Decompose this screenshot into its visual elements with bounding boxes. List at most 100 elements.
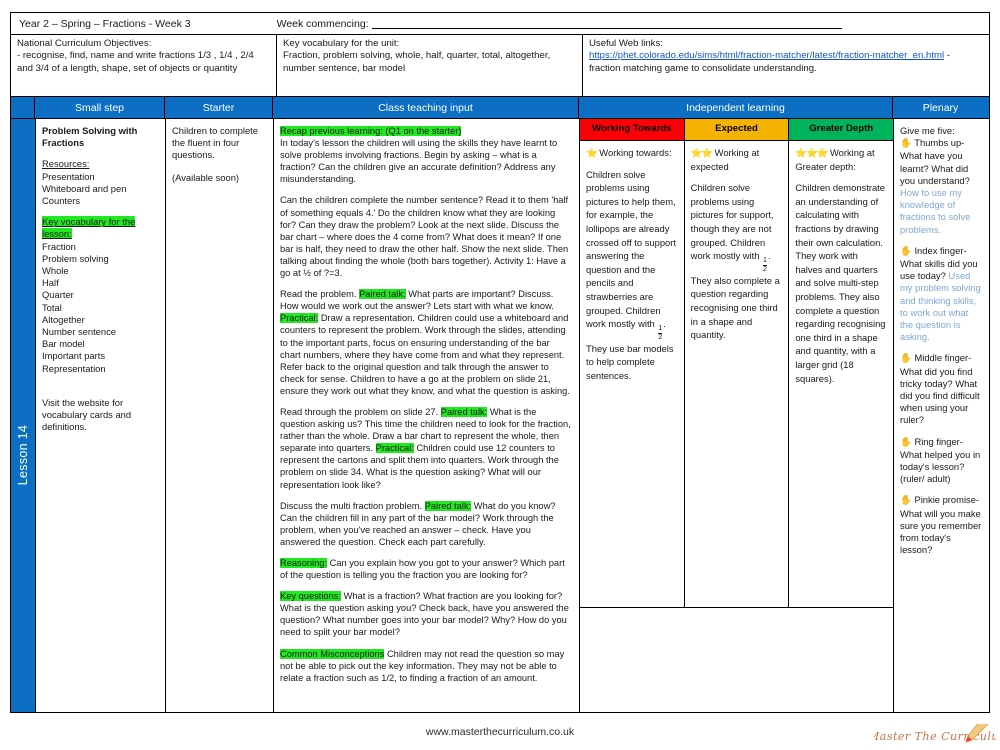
star-icon: ⭐⭐⭐ [795, 147, 828, 158]
misconceptions-paragraph: Common Misconceptions Children may not r… [280, 648, 573, 684]
working-towards-body: Children solve problems using pictures t… [586, 168, 678, 383]
lesson-vocab-item: Bar model [42, 338, 85, 350]
lesson-vocab-item: Altogether [42, 313, 85, 325]
star-icon: ⭐⭐ [690, 147, 713, 158]
working-towards-sub: ⭐ Working towards: [586, 146, 678, 160]
p5-pre: Discuss the multi fraction problem. [280, 500, 423, 511]
slide27-paragraph: Read through the problem on slide 27. Pa… [280, 406, 573, 491]
column-header-bar: Small step Starter Class teaching input … [10, 96, 990, 118]
recap-paragraph: Recap previous learning: (Q1 on the star… [280, 125, 573, 185]
master-the-curriculum-logo: Master The Curriculum [874, 724, 996, 750]
lesson-vocab-item: Total [42, 301, 62, 313]
fraction-one-half: 12 [763, 257, 767, 274]
working-towards-sub-label: Working towards: [599, 147, 672, 158]
lesson-plan-page: Year 2 – Spring – Fractions - Week 3 Wee… [0, 0, 1000, 750]
key-questions-paragraph: Key questions: What is a fraction? What … [280, 590, 573, 638]
lesson-number-label: Lesson 14 [16, 424, 30, 486]
class-teaching-input-column: Recap previous learning: (Q1 on the star… [274, 119, 580, 712]
plenary-item: ✋ Middle finger- What did you find trick… [900, 352, 983, 426]
lesson-vocab-item: Whole [42, 265, 69, 277]
resources-label: Resources: [42, 158, 90, 170]
p3-pre: Read the problem. [280, 289, 357, 300]
small-step-column: Problem Solving with Fractions Resources… [36, 119, 166, 712]
recap-label: Recap previous learning: (Q1 on the star… [280, 126, 462, 136]
hand-icon: ✋ [900, 245, 912, 257]
header-class-teaching-input: Class teaching input [273, 97, 579, 118]
hand-icon: ✋ [900, 353, 912, 365]
ex-body-a: Children solve problems using pictures f… [690, 182, 774, 262]
title-row: Year 2 – Spring – Fractions - Week 3 Wee… [10, 12, 990, 34]
plenary-column: Give me five: ✋ Thumbs up- What have you… [894, 119, 989, 712]
misconceptions-label: Common Misconceptions [280, 648, 385, 659]
lesson-vocab-item: Quarter [42, 289, 74, 301]
recap-text: In today's lesson the children will usin… [280, 138, 558, 185]
differentiation-bodies: ⭐ Working towards: Children solve proble… [580, 141, 893, 608]
p4-pre: Read through the problem on slide 27. [280, 406, 439, 417]
header-greater-depth: Greater Depth [789, 119, 893, 140]
plenary-intro: Give me five: [900, 125, 955, 136]
nc-body: - recognise, find, name and write fracti… [17, 50, 254, 74]
greater-depth-body: Children demonstrate an understanding of… [795, 182, 886, 384]
header-plenary: Plenary [922, 101, 959, 114]
web-title: Useful Web links: [589, 38, 663, 49]
hand-icon: ✋ [900, 436, 912, 448]
lesson-vocab-item: Half [42, 277, 59, 289]
header-small-step: Small step [35, 97, 165, 118]
star-icon: ⭐ [586, 147, 598, 158]
lesson-vocab-item: Problem solving [42, 252, 109, 264]
vocab-body: Fraction, problem solving, whole, half, … [283, 50, 551, 74]
resource-item: Presentation [42, 170, 95, 182]
reasoning-label: Reasoning: [280, 558, 328, 568]
plenary-item: ✋ Pinkie promise- What will you make sur… [900, 494, 983, 556]
plenary-question: Pinkie promise- What will you make sure … [900, 494, 982, 556]
practical-label: Practical: [280, 313, 319, 324]
greater-depth-cell: ⭐⭐⭐ Working at Greater depth: Children d… [789, 141, 893, 607]
resource-item: Counters [42, 195, 81, 207]
info-row: National Curriculum Objectives: - recogn… [10, 34, 990, 96]
problem-paragraph: Read the problem. Paired talk: What part… [280, 288, 573, 397]
header-expected: Expected [684, 119, 790, 140]
practical-label: Practical: [375, 443, 414, 454]
vocab-title: Key vocabulary for the unit: [283, 38, 400, 49]
small-step-footnote: Visit the website for vocabulary cards a… [42, 396, 132, 433]
spine-header [11, 97, 35, 118]
hand-icon: ✋ [900, 138, 912, 150]
plenary-answer: How to use my knowledge of fractions to … [900, 187, 971, 235]
starter-column: Children to complete the fluent in four … [166, 119, 274, 712]
paired-talk-label: Paired talk: [440, 406, 488, 417]
expected-sub: ⭐⭐ Working at expected [691, 146, 783, 173]
lesson-vocab-label: Key vocabulary for the lesson: [42, 216, 136, 240]
plenary-question: Ring finger- What helped you in today's … [900, 435, 981, 485]
lesson-number-spine: Lesson 14 [11, 119, 36, 712]
reasoning-paragraph: Reasoning: Can you explain how you got t… [280, 557, 573, 581]
plenary-item: ✋ Ring finger- What helped you in today'… [900, 436, 983, 486]
small-step-heading: Problem Solving with Fractions [42, 125, 138, 149]
header-independent-learning: Independent learning [579, 97, 893, 118]
expected-body: Children solve problems using pictures f… [691, 181, 783, 342]
key-questions-label: Key questions: [280, 591, 341, 602]
paired-talk-label: Paired talk: [359, 289, 406, 300]
key-vocabulary-cell: Key vocabulary for the unit: Fraction, p… [277, 35, 583, 96]
pencil-icon [965, 724, 989, 743]
lesson-vocab-item: Number sentence [42, 326, 116, 338]
wt-body-a: Children solve problems using pictures t… [586, 168, 676, 330]
header-working-towards: Working Towards [580, 119, 685, 140]
week-commencing-label: Week commencing: [277, 18, 842, 30]
hand-icon: ✋ [900, 495, 912, 507]
week-commencing-blank[interactable] [371, 19, 842, 29]
p3-post: Draw a representation. Children could us… [280, 313, 570, 396]
number-sentence-paragraph: Can the children complete the number sen… [280, 195, 569, 279]
plenary-item: ✋ Thumbs up- What have you learnt? What … [900, 137, 983, 236]
phet-fraction-matcher-link[interactable]: https://phet.colorado.edu/sims/html/frac… [589, 50, 944, 61]
web-links-cell: Useful Web links: https://phet.colorado.… [583, 35, 989, 96]
starter-text: Children to complete the fluent in four … [172, 125, 258, 161]
header-starter: Starter [165, 97, 273, 118]
page-title: Year 2 – Spring – Fractions - Week 3 [19, 17, 191, 30]
resource-item: Whiteboard and pen [42, 182, 127, 194]
lesson-body: Lesson 14 Problem Solving with Fractions… [10, 118, 990, 713]
lesson-vocab-item: Fraction [42, 240, 76, 252]
fraction-one-half: 12 [658, 325, 663, 342]
national-curriculum-cell: National Curriculum Objectives: - recogn… [11, 35, 277, 96]
expected-cell: ⭐⭐ Working at expected Children solve pr… [685, 141, 790, 607]
working-towards-cell: ⭐ Working towards: Children solve proble… [580, 141, 685, 607]
